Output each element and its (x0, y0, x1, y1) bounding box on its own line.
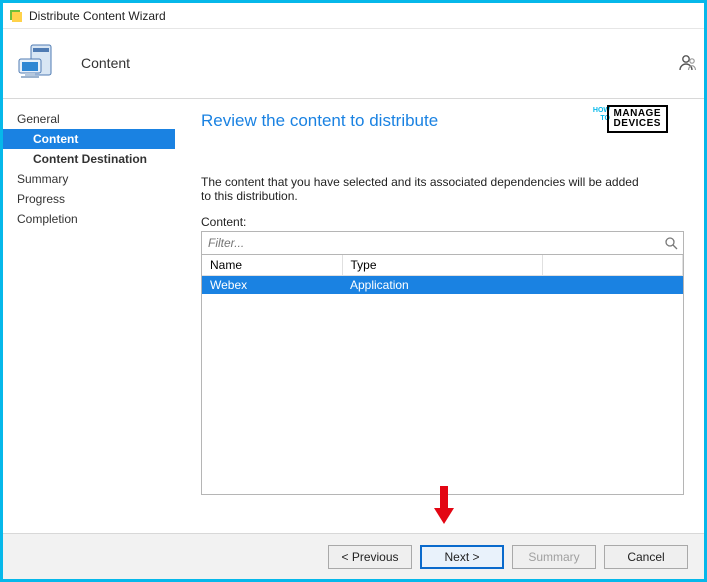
table-row[interactable]: Webex Application (202, 276, 683, 295)
user-icon (678, 53, 698, 76)
cell-name: Webex (202, 276, 342, 295)
filter-input[interactable] (202, 232, 659, 254)
window-title: Distribute Content Wizard (29, 9, 166, 23)
wizard-body: General Content Content Destination Summ… (3, 99, 704, 531)
summary-button: Summary (512, 545, 596, 569)
page-title: Content (81, 55, 130, 71)
wizard-header: Content (3, 29, 704, 99)
cell-type: Application (342, 276, 542, 295)
content-label: Content: (201, 215, 684, 229)
next-button[interactable]: Next > (420, 545, 504, 569)
column-header-name[interactable]: Name (202, 255, 342, 276)
content-grid[interactable]: Name Type Webex Application (201, 255, 684, 495)
sidebar-item-general[interactable]: General (3, 109, 175, 129)
column-header-type[interactable]: Type (342, 255, 542, 276)
sidebar-item-completion[interactable]: Completion (3, 209, 175, 229)
app-icon (9, 9, 23, 23)
computer-icon (17, 39, 65, 86)
title-bar: Distribute Content Wizard (3, 3, 704, 29)
filter-box (201, 231, 684, 255)
watermark: MANAGE DEVICES (607, 105, 668, 133)
cancel-button[interactable]: Cancel (604, 545, 688, 569)
sidebar-item-content-destination[interactable]: Content Destination (3, 149, 175, 169)
table-header-row: Name Type (202, 255, 683, 276)
previous-button[interactable]: < Previous (328, 545, 412, 569)
wizard-steps-sidebar: General Content Content Destination Summ… (3, 99, 175, 531)
search-icon[interactable] (659, 232, 683, 254)
sidebar-item-content[interactable]: Content (3, 129, 175, 149)
page-description: The content that you have selected and i… (201, 175, 641, 203)
sidebar-item-progress[interactable]: Progress (3, 189, 175, 209)
wizard-main-panel: HOW TO MANAGE DEVICES Review the content… (175, 99, 704, 531)
column-header-spacer (542, 255, 683, 276)
sidebar-item-summary[interactable]: Summary (3, 169, 175, 189)
button-bar: < Previous Next > Summary Cancel (3, 533, 704, 579)
